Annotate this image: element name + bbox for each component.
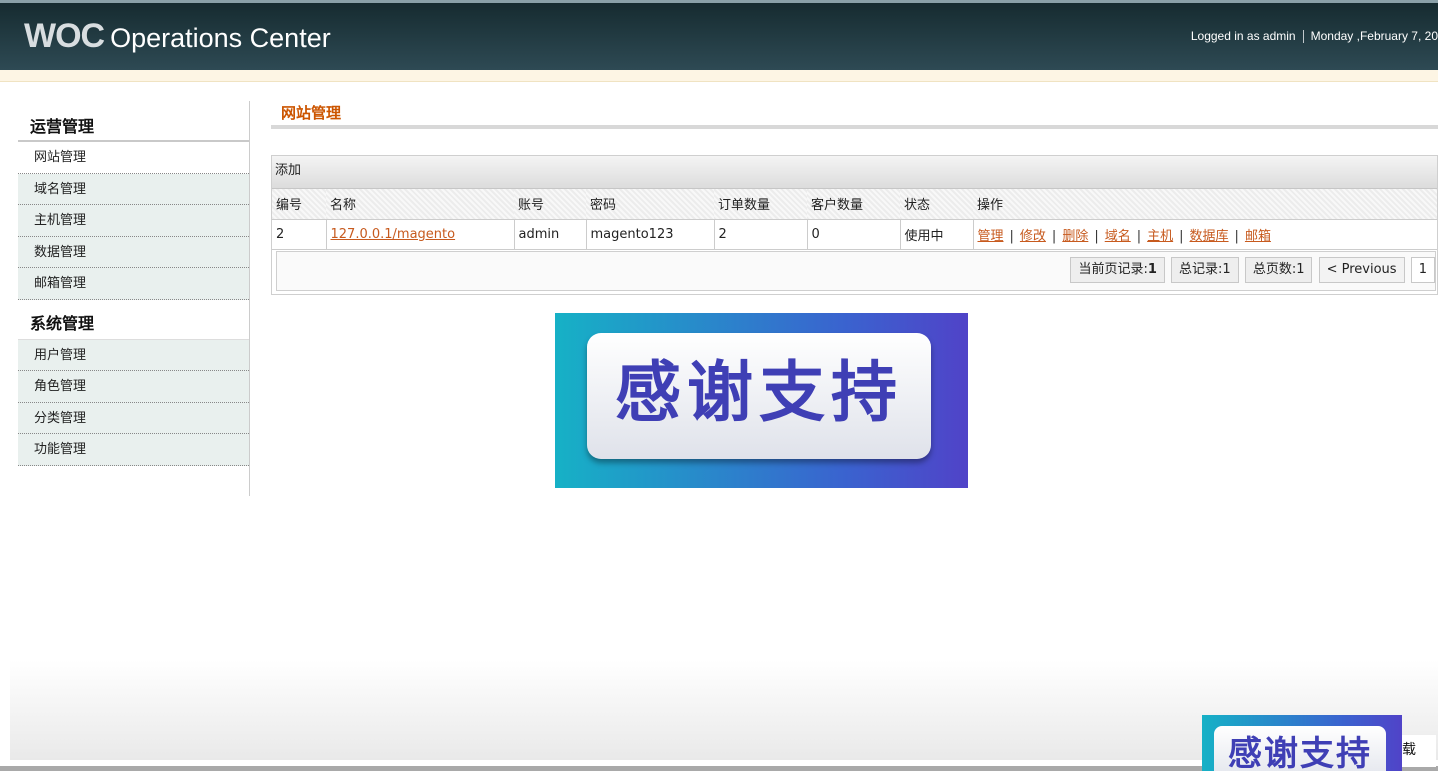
database-link[interactable]: 数据库	[1190, 229, 1229, 244]
cell-account: admin	[514, 219, 587, 250]
domain-link[interactable]: 域名	[1105, 229, 1131, 244]
corner-text: 载	[1402, 735, 1436, 767]
sidebar-section-system: 系统管理	[18, 300, 249, 340]
thanks-banner: 感谢支持	[555, 313, 968, 488]
table-row: 2 127.0.0.1/magento admin magento123 2 0…	[272, 219, 1437, 250]
mailbox-link[interactable]: 邮箱	[1245, 229, 1271, 244]
header-subbar	[0, 70, 1438, 82]
col-status: 状态	[900, 189, 973, 220]
previous-button[interactable]: < Previous	[1318, 257, 1405, 283]
sidebar-item-categories[interactable]: 分类管理	[18, 402, 249, 434]
page-1-button[interactable]: 1	[1410, 257, 1435, 283]
website-table-panel: 添加 编号 名称 账号 密码 订单数量 客户数量 状态 操作 2 127.0.0…	[271, 155, 1438, 295]
sidebar-item-mailbox[interactable]: 邮箱管理	[18, 268, 249, 300]
total-records: 总记录:1	[1171, 257, 1239, 283]
current-page-records: 当前页记录:1	[1070, 257, 1165, 283]
logged-in-text: Logged in as admin	[1190, 29, 1296, 43]
sidebar-item-host[interactable]: 主机管理	[18, 205, 249, 237]
header-divider	[1302, 30, 1304, 44]
thanks-banner-small: 感谢支持	[1202, 715, 1402, 771]
col-id: 编号	[272, 189, 326, 220]
cell-name: 127.0.0.1/magento	[326, 219, 515, 250]
col-account: 账号	[514, 189, 586, 220]
col-password: 密码	[586, 189, 714, 220]
sidebar: 运营管理 网站管理 域名管理 主机管理 数据管理 邮箱管理 系统管理 用户管理 …	[18, 101, 250, 496]
page-title: 网站管理	[271, 101, 1438, 129]
col-orders: 订单数量	[714, 189, 807, 220]
delete-link[interactable]: 删除	[1062, 229, 1088, 244]
sidebar-item-functions[interactable]: 功能管理	[18, 434, 249, 466]
col-customers: 客户数量	[807, 189, 900, 220]
thanks-banner-text: 感谢支持	[587, 333, 931, 459]
host-link[interactable]: 主机	[1147, 229, 1173, 244]
manage-link[interactable]: 管理	[978, 229, 1004, 244]
website-link[interactable]: 127.0.0.1/magento	[331, 227, 456, 242]
sidebar-item-users[interactable]: 用户管理	[18, 339, 249, 371]
total-pages: 总页数:1	[1244, 257, 1313, 283]
pagination: 当前页记录:1 总记录:1 总页数:1 < Previous 1	[276, 251, 1436, 291]
website-table: 编号 名称 账号 密码 订单数量 客户数量 状态 操作 2 127.0.0.1/…	[272, 189, 1437, 250]
sidebar-item-domain[interactable]: 域名管理	[18, 173, 249, 205]
col-actions: 操作	[973, 189, 1437, 220]
cell-customers: 0	[807, 219, 901, 250]
col-name: 名称	[326, 189, 514, 220]
brand-name: WOC	[24, 17, 105, 55]
cell-id: 2	[272, 219, 327, 250]
app-title: Operations Center	[110, 23, 331, 53]
cell-password: magento123	[586, 219, 715, 250]
cell-actions: 管理 | 修改 | 删除 | 域名 | 主机 | 数据库 | 邮箱	[973, 219, 1437, 250]
date-text: Monday ,February 7, 20	[1310, 29, 1438, 43]
add-button[interactable]: 添加	[272, 156, 1437, 189]
sidebar-item-website[interactable]: 网站管理	[18, 142, 249, 174]
cell-status: 使用中	[900, 219, 974, 250]
sidebar-item-roles[interactable]: 角色管理	[18, 371, 249, 403]
cell-orders: 2	[714, 219, 808, 250]
table-header-row: 编号 名称 账号 密码 订单数量 客户数量 状态 操作	[272, 189, 1437, 220]
sidebar-item-data[interactable]: 数据管理	[18, 236, 249, 268]
edit-link[interactable]: 修改	[1020, 229, 1046, 244]
user-info: Logged in as admin Monday ,February 7, 20	[1190, 29, 1438, 44]
app-logo: WOC Operations Center	[24, 17, 331, 56]
main-content: 网站管理 添加 编号 名称 账号 密码 订单数量 客户数量 状态 操作 2 12…	[271, 101, 1438, 295]
thanks-banner-small-text: 感谢支持	[1214, 726, 1386, 771]
sidebar-section-operations: 运营管理	[18, 101, 249, 142]
app-header: WOC Operations Center Logged in as admin M…	[0, 0, 1438, 70]
